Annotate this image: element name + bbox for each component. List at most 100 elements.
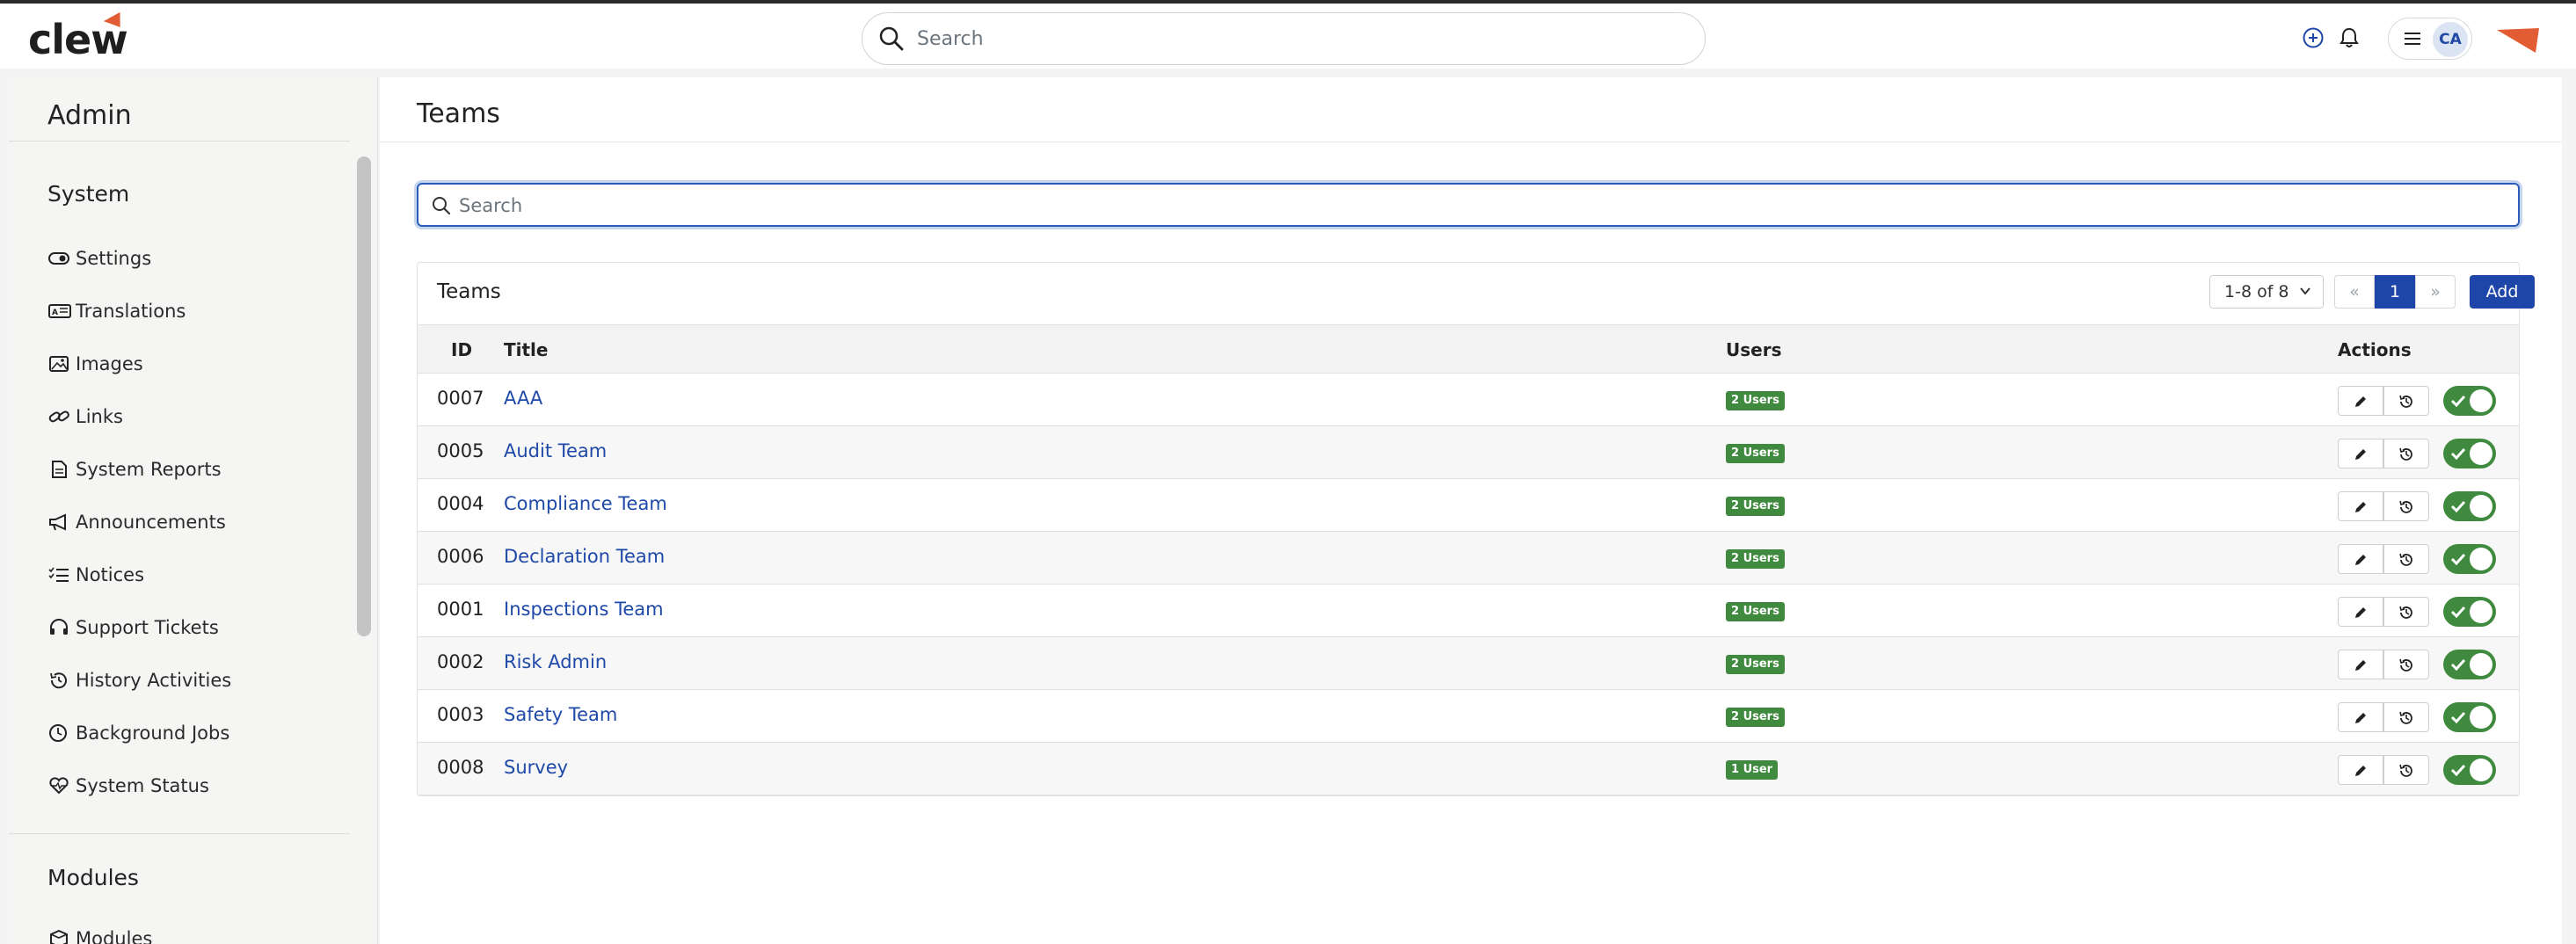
history-button[interactable] — [2383, 650, 2429, 679]
sidebar-item-system-status[interactable]: System Status — [47, 768, 209, 803]
team-title-link[interactable]: Safety Team — [504, 704, 617, 725]
teams-search[interactable] — [417, 183, 2520, 227]
toggle-knob — [2470, 600, 2492, 623]
team-title-link[interactable]: Compliance Team — [504, 493, 667, 514]
translate-icon: A — [48, 304, 71, 318]
pagination-next-button[interactable]: » — [2415, 275, 2456, 309]
history-icon — [2399, 764, 2412, 777]
column-header-title[interactable]: Title — [504, 339, 548, 360]
table-row: 0007 AAA 2 Users — [418, 374, 2519, 426]
history-button[interactable] — [2383, 544, 2429, 574]
history-button[interactable] — [2383, 702, 2429, 732]
pagination-page-button[interactable]: 1 — [2375, 275, 2415, 309]
team-id: 0007 — [437, 388, 484, 409]
column-header-actions: Actions — [2338, 339, 2412, 360]
enabled-toggle[interactable] — [2443, 386, 2496, 416]
sidebar-item-images[interactable]: Images — [47, 346, 143, 381]
users-count-badge: 2 Users — [1726, 391, 1785, 410]
search-icon — [433, 197, 451, 215]
edit-button[interactable] — [2338, 491, 2383, 521]
team-title-link[interactable]: AAA — [504, 388, 542, 409]
enabled-toggle[interactable] — [2443, 544, 2496, 574]
admin-sidebar: Admin System Settings A Translations Ima… — [9, 77, 378, 944]
toggle-icon — [48, 252, 69, 265]
search-icon — [879, 26, 904, 51]
add-team-button[interactable]: Add — [2470, 275, 2535, 309]
bell-icon[interactable] — [2339, 26, 2360, 49]
add-circle-icon[interactable] — [2302, 26, 2325, 49]
enabled-toggle[interactable] — [2443, 702, 2496, 732]
sidebar-item-support-tickets[interactable]: Support Tickets — [47, 610, 219, 645]
check-icon — [2450, 553, 2466, 566]
app-logo[interactable]: clew — [28, 8, 128, 63]
team-id: 0002 — [437, 651, 484, 672]
edit-button[interactable] — [2338, 702, 2383, 732]
pencil-icon — [2355, 607, 2366, 618]
toggle-knob — [2470, 653, 2492, 676]
global-search-input[interactable] — [917, 22, 1673, 55]
column-header-users[interactable]: Users — [1726, 339, 1781, 360]
team-title-link[interactable]: Survey — [504, 757, 568, 778]
user-menu[interactable]: CA — [2388, 18, 2472, 60]
sidebar-item-system-reports[interactable]: System Reports — [47, 452, 222, 487]
sidebar-item-links[interactable]: Links — [47, 399, 123, 434]
pencil-icon — [2355, 660, 2366, 671]
edit-button[interactable] — [2338, 386, 2383, 416]
table-row: 0005 Audit Team 2 Users — [418, 426, 2519, 479]
brand-flag-icon — [2497, 28, 2539, 53]
toggle-knob — [2470, 442, 2492, 465]
history-button[interactable] — [2383, 755, 2429, 785]
team-title-link[interactable]: Risk Admin — [504, 651, 607, 672]
team-title-link[interactable]: Audit Team — [504, 440, 607, 461]
sidebar-item-label: Notices — [76, 564, 145, 585]
headset-icon — [50, 619, 68, 635]
users-count-badge: 2 Users — [1726, 655, 1785, 674]
check-icon — [2450, 658, 2466, 672]
toggle-knob — [2470, 759, 2492, 781]
sidebar-scrollbar-thumb[interactable] — [357, 156, 371, 636]
sidebar-item-translations[interactable]: A Translations — [47, 294, 186, 329]
edit-button[interactable] — [2338, 650, 2383, 679]
pagination-first-button[interactable]: « — [2334, 275, 2375, 309]
edit-button[interactable] — [2338, 597, 2383, 627]
enabled-toggle[interactable] — [2443, 650, 2496, 679]
history-button[interactable] — [2383, 439, 2429, 468]
column-header-id[interactable]: ID — [451, 339, 472, 360]
history-button[interactable] — [2383, 491, 2429, 521]
avatar: CA — [2433, 22, 2468, 57]
edit-button[interactable] — [2338, 439, 2383, 468]
pencil-icon — [2355, 396, 2366, 407]
sidebar-item-settings[interactable]: Settings — [47, 241, 151, 276]
enabled-toggle[interactable] — [2443, 755, 2496, 785]
table-row: 0004 Compliance Team 2 Users — [418, 479, 2519, 532]
sidebar-item-announcements[interactable]: Announcements — [47, 505, 226, 540]
page-range-dropdown[interactable]: 1-8 of 8 — [2209, 275, 2324, 309]
history-button[interactable] — [2383, 597, 2429, 627]
history-icon — [2399, 711, 2412, 724]
edit-button[interactable] — [2338, 755, 2383, 785]
history-icon — [2399, 658, 2412, 672]
check-icon — [2450, 500, 2466, 513]
edit-button[interactable] — [2338, 544, 2383, 574]
sidebar-item-modules[interactable]: Modules — [47, 921, 152, 944]
teams-search-input[interactable] — [459, 192, 2481, 220]
enabled-toggle[interactable] — [2443, 491, 2496, 521]
sidebar-item-label: Images — [76, 353, 143, 374]
check-icon — [2450, 606, 2466, 619]
users-count-badge: 2 Users — [1726, 602, 1785, 621]
sidebar-item-label: Translations — [76, 301, 186, 322]
team-title-link[interactable]: Inspections Team — [504, 599, 664, 620]
sidebar-item-notices[interactable]: Notices — [47, 557, 144, 592]
history-button[interactable] — [2383, 386, 2429, 416]
sidebar-item-background-jobs[interactable]: Background Jobs — [47, 715, 229, 751]
top-bar: clew CA — [0, 0, 2576, 69]
enabled-toggle[interactable] — [2443, 439, 2496, 468]
pencil-icon — [2355, 502, 2366, 512]
team-title-link[interactable]: Declaration Team — [504, 546, 665, 567]
sidebar-item-history-activities[interactable]: History Activities — [47, 663, 231, 698]
global-search[interactable] — [862, 12, 1706, 65]
sidebar-item-label: Announcements — [76, 512, 226, 533]
sidebar-item-label: Links — [76, 406, 123, 427]
enabled-toggle[interactable] — [2443, 597, 2496, 627]
table-row: 0006 Declaration Team 2 Users — [418, 532, 2519, 585]
